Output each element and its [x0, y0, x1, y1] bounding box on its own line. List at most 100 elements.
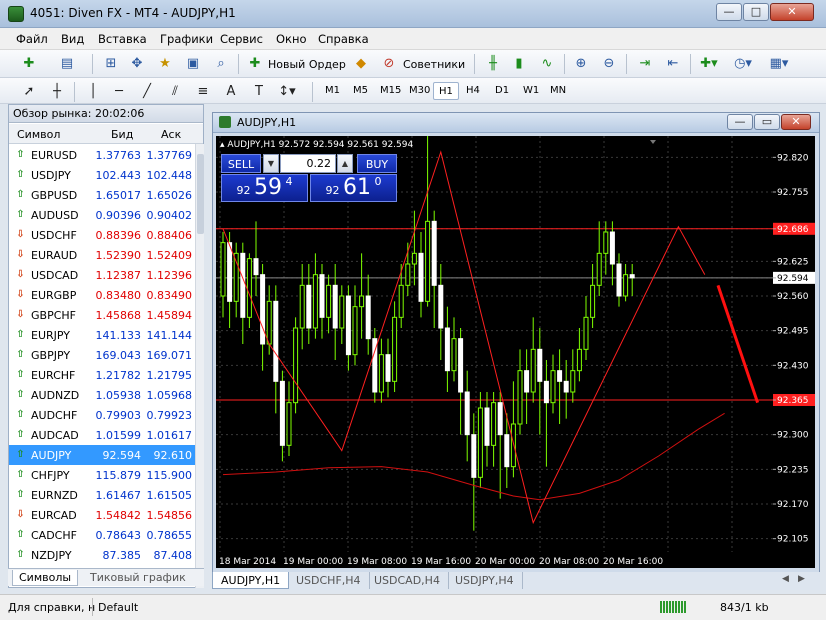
market-watch-row[interactable]: ⇩ EURGBP 0.83480 0.83490 — [9, 285, 195, 305]
equidistant-channel-icon[interactable]: ⫽ — [164, 82, 186, 102]
vertical-line-icon[interactable]: │ — [82, 82, 104, 102]
market-watch-row[interactable]: ⇧ EURNZD 1.61467 1.61505 — [9, 485, 195, 505]
experts-icon[interactable]: ⊘ — [378, 54, 400, 74]
menu-window[interactable]: Окно — [276, 32, 307, 46]
candlestick-icon[interactable]: ▮ — [508, 54, 530, 74]
menu-bar: Файл Вид Вставка Графики Сервис Окно Спр… — [0, 28, 826, 50]
tab-symbols[interactable]: Символы — [12, 570, 79, 586]
new-chart-icon[interactable]: ✚ — [18, 54, 40, 74]
cursor-icon[interactable]: ➚ — [18, 82, 40, 102]
chart-tab-usdcad-h4[interactable]: USDCAD,H4 — [366, 572, 449, 589]
menu-tools[interactable]: Сервис — [220, 32, 263, 46]
fibonacci-icon[interactable]: ≡ — [192, 82, 214, 102]
menu-insert[interactable]: Вставка — [98, 32, 147, 46]
market-watch-row[interactable]: ⇧ NZDJPY 87.385 87.408 — [9, 545, 195, 565]
market-watch-icon[interactable]: ⊞ — [100, 54, 122, 74]
scrollbar-thumb[interactable] — [197, 154, 204, 234]
text-icon[interactable]: A — [220, 82, 242, 102]
column-bid[interactable]: Бид — [111, 128, 133, 141]
zoom-out-icon[interactable]: ⊖ — [598, 54, 620, 74]
templates-icon[interactable]: ▦▾ — [768, 54, 790, 74]
chart-tab-audjpy-h1[interactable]: AUDJPY,H1 — [212, 572, 290, 589]
tabs-scroll-left-icon[interactable]: ◀ — [782, 574, 789, 584]
horizontal-line-icon[interactable]: ─ — [108, 82, 130, 102]
column-symbol[interactable]: Символ — [17, 128, 60, 141]
buy-price[interactable]: 92 61 0 — [310, 174, 397, 202]
buy-button[interactable]: BUY — [357, 154, 397, 173]
tab-tick-chart[interactable]: Тиковый график — [84, 570, 192, 586]
zoom-in-icon[interactable]: ⊕ — [570, 54, 592, 74]
timeframe-m5[interactable]: M5 — [348, 82, 373, 100]
lot-increase-button[interactable]: ▲ — [337, 154, 353, 173]
price-axis[interactable]: 92.820 92.755 92.686 92.625 92.594 92.560 92.4… — [773, 136, 815, 568]
lot-size-input[interactable]: 0.22 — [280, 154, 336, 173]
data-window-icon[interactable]: ✥ — [126, 54, 148, 74]
market-watch-row[interactable]: ⇧ EURJPY 141.133 141.144 — [9, 325, 195, 345]
connection-status-icon[interactable] — [660, 601, 686, 613]
menu-help[interactable]: Справка — [318, 32, 369, 46]
market-watch-row[interactable]: ⇩ GBPCHF 1.45868 1.45894 — [9, 305, 195, 325]
trendline-icon[interactable]: ╱ — [136, 82, 158, 102]
strategy-tester-icon[interactable]: ⌕ — [210, 54, 232, 74]
timeframe-h4[interactable]: H4 — [461, 82, 485, 100]
column-ask[interactable]: Аск — [161, 128, 181, 141]
menu-file[interactable]: Файл — [16, 32, 48, 46]
close-button[interactable]: ✕ — [770, 3, 814, 21]
expert-advisors-button[interactable]: Советники — [403, 58, 465, 71]
chart-shift-icon[interactable]: ⇤ — [662, 54, 684, 74]
profiles-icon[interactable]: ▤ — [56, 54, 78, 74]
market-watch-row[interactable]: ⇧ EURCHF 1.21782 1.21795 — [9, 365, 195, 385]
indicators-icon[interactable]: ✚▾ — [698, 54, 720, 74]
market-watch-row[interactable]: ⇧ EURUSD 1.37763 1.37769 — [9, 145, 195, 165]
chart-tab-usdjpy-h4[interactable]: USDJPY,H4 — [447, 572, 523, 589]
periods-icon[interactable]: ◷▾ — [732, 54, 754, 74]
tabs-scroll-right-icon[interactable]: ▶ — [798, 574, 805, 584]
market-watch-row[interactable]: ⇧ GBPJPY 169.043 169.071 — [9, 345, 195, 365]
timeframe-w1[interactable]: W1 — [518, 82, 544, 100]
arrows-icon[interactable]: ↕▾ — [276, 82, 298, 102]
terminal-icon[interactable]: ▣ — [182, 54, 204, 74]
market-watch-row[interactable]: ⇧ AUDNZD 1.05938 1.05968 — [9, 385, 195, 405]
market-watch-row[interactable]: ⇧ CHFJPY 115.879 115.900 — [9, 465, 195, 485]
autotrading-warning-icon[interactable]: ◆ — [350, 54, 372, 74]
sell-price[interactable]: 92 59 4 — [221, 174, 308, 202]
menu-view[interactable]: Вид — [61, 32, 84, 46]
maximize-button[interactable]: □ — [743, 3, 769, 21]
text-label-icon[interactable]: T — [248, 82, 270, 102]
market-watch-row[interactable]: ⇧ USDJPY 102.443 102.448 — [9, 165, 195, 185]
market-watch-row[interactable]: ⇧ GBPUSD 1.65017 1.65026 — [9, 185, 195, 205]
timeframe-m15[interactable]: M15 — [375, 82, 406, 100]
market-watch-row[interactable]: ⇧ AUDCHF 0.79903 0.79923 — [9, 405, 195, 425]
timeframe-d1[interactable]: D1 — [490, 82, 514, 100]
bar-chart-icon[interactable]: ╫ — [482, 54, 504, 74]
market-watch-row[interactable]: ⇩ EURCAD 1.54842 1.54856 — [9, 505, 195, 525]
chart-collapse-icon[interactable]: ▴ — [220, 140, 225, 150]
market-watch-row[interactable]: ⇧ CADCHF 0.78643 0.78655 — [9, 525, 195, 545]
chart-close-button[interactable]: ✕ — [781, 114, 811, 130]
timeframe-mn[interactable]: MN — [545, 82, 571, 100]
new-order-icon[interactable]: ✚ — [244, 54, 266, 74]
crosshair-icon[interactable]: ┼ — [46, 82, 68, 102]
market-watch-row[interactable]: ⇧ AUDUSD 0.90396 0.90402 — [9, 205, 195, 225]
line-chart-icon[interactable]: ∿ — [536, 54, 558, 74]
timeframe-h1[interactable]: H1 — [433, 82, 459, 100]
navigator-icon[interactable]: ★ — [154, 54, 176, 74]
sell-button[interactable]: SELL — [221, 154, 261, 173]
market-watch-row[interactable]: ⇧ AUDJPY 92.594 92.610 — [9, 445, 195, 465]
chart-minimize-button[interactable]: — — [727, 114, 753, 130]
minimize-button[interactable]: — — [716, 3, 742, 21]
chart-tab-usdchf-h4[interactable]: USDCHF,H4 — [288, 572, 370, 589]
chart-restore-button[interactable]: ▭ — [754, 114, 780, 130]
lot-decrease-button[interactable]: ▼ — [263, 154, 279, 173]
market-watch-row[interactable]: ⇩ USDCHF 0.88396 0.88406 — [9, 225, 195, 245]
timeframe-m1[interactable]: M1 — [320, 82, 345, 100]
autoscroll-icon[interactable]: ⇥ — [634, 54, 656, 74]
market-watch-row[interactable]: ⇧ AUDCAD 1.01599 1.01617 — [9, 425, 195, 445]
market-watch-row[interactable]: ⇩ USDCAD 1.12387 1.12396 — [9, 265, 195, 285]
market-watch-row[interactable]: ⇩ EURAUD 1.52390 1.52409 — [9, 245, 195, 265]
market-watch-scrollbar[interactable] — [195, 144, 204, 588]
menu-charts[interactable]: Графики — [160, 32, 213, 46]
time-axis[interactable]: 18 Mar 2014 19 Mar 00:00 19 Mar 08:00 19 Ma… — [216, 552, 815, 568]
new-order-button[interactable]: Новый Ордер — [268, 58, 346, 71]
timeframe-m30[interactable]: M30 — [404, 82, 435, 100]
